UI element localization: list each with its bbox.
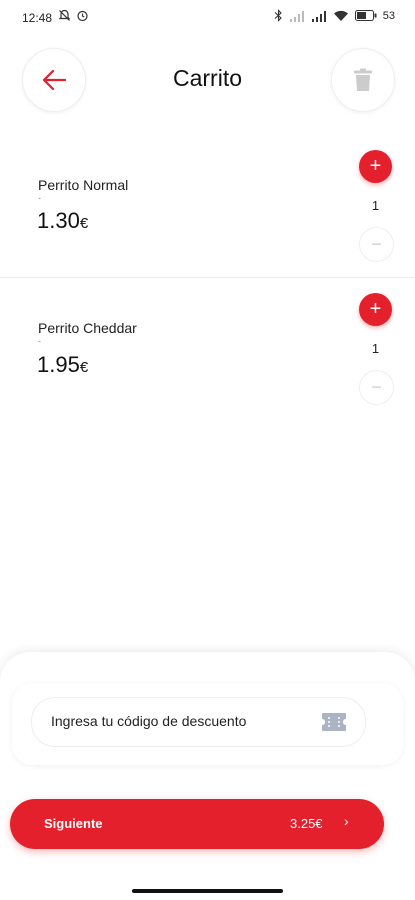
next-button-label: Siguiente [44, 816, 103, 831]
item-description: - [38, 193, 41, 203]
ticket-icon[interactable] [321, 712, 347, 732]
increase-quantity-button[interactable]: + [359, 293, 392, 326]
item-price-currency: € [79, 215, 89, 232]
order-total: 3.25€ [290, 816, 323, 831]
item-name: Perrito Normal [38, 177, 129, 193]
item-price: 1.30€ [37, 208, 88, 234]
decrease-quantity-button[interactable]: − [359, 370, 394, 405]
delete-cart-button[interactable] [331, 48, 395, 112]
status-time: 12:48 [22, 11, 53, 25]
minus-icon: − [371, 377, 382, 397]
wifi-icon [333, 10, 348, 21]
battery-icon [354, 10, 377, 21]
alarm-icon [77, 10, 88, 22]
plus-icon: + [369, 155, 382, 177]
item-price: 1.95€ [37, 352, 88, 378]
discount-code-placeholder: Ingresa tu código de descuento [51, 713, 247, 729]
status-icons-left [58, 9, 89, 22]
bluetooth-icon [274, 9, 282, 22]
item-price-currency: € [79, 359, 89, 376]
battery-level: 53 [382, 9, 395, 22]
signal-icon [311, 10, 326, 22]
quantity-value: 1 [371, 198, 380, 213]
increase-quantity-button[interactable]: + [359, 150, 392, 183]
item-price-value: 1.95 [37, 352, 80, 377]
item-divider [0, 277, 415, 278]
item-description: - [38, 336, 41, 346]
decrease-quantity-button[interactable]: − [359, 227, 394, 262]
trash-icon [354, 68, 372, 91]
status-icons-right: 53 [274, 9, 395, 22]
quantity-value: 1 [371, 341, 380, 356]
status-bar: 12:48 53 [0, 0, 415, 36]
plus-icon: + [369, 298, 382, 320]
item-price-value: 1.30 [37, 208, 80, 233]
home-indicator[interactable] [132, 889, 283, 893]
next-button[interactable]: Siguiente 3.25€ › [10, 799, 384, 849]
item-name: Perrito Cheddar [38, 320, 137, 336]
minus-icon: − [371, 234, 382, 254]
chevron-right-icon: › [344, 813, 349, 829]
bell-off-icon [58, 9, 71, 21]
signal-weak-icon [289, 10, 304, 22]
